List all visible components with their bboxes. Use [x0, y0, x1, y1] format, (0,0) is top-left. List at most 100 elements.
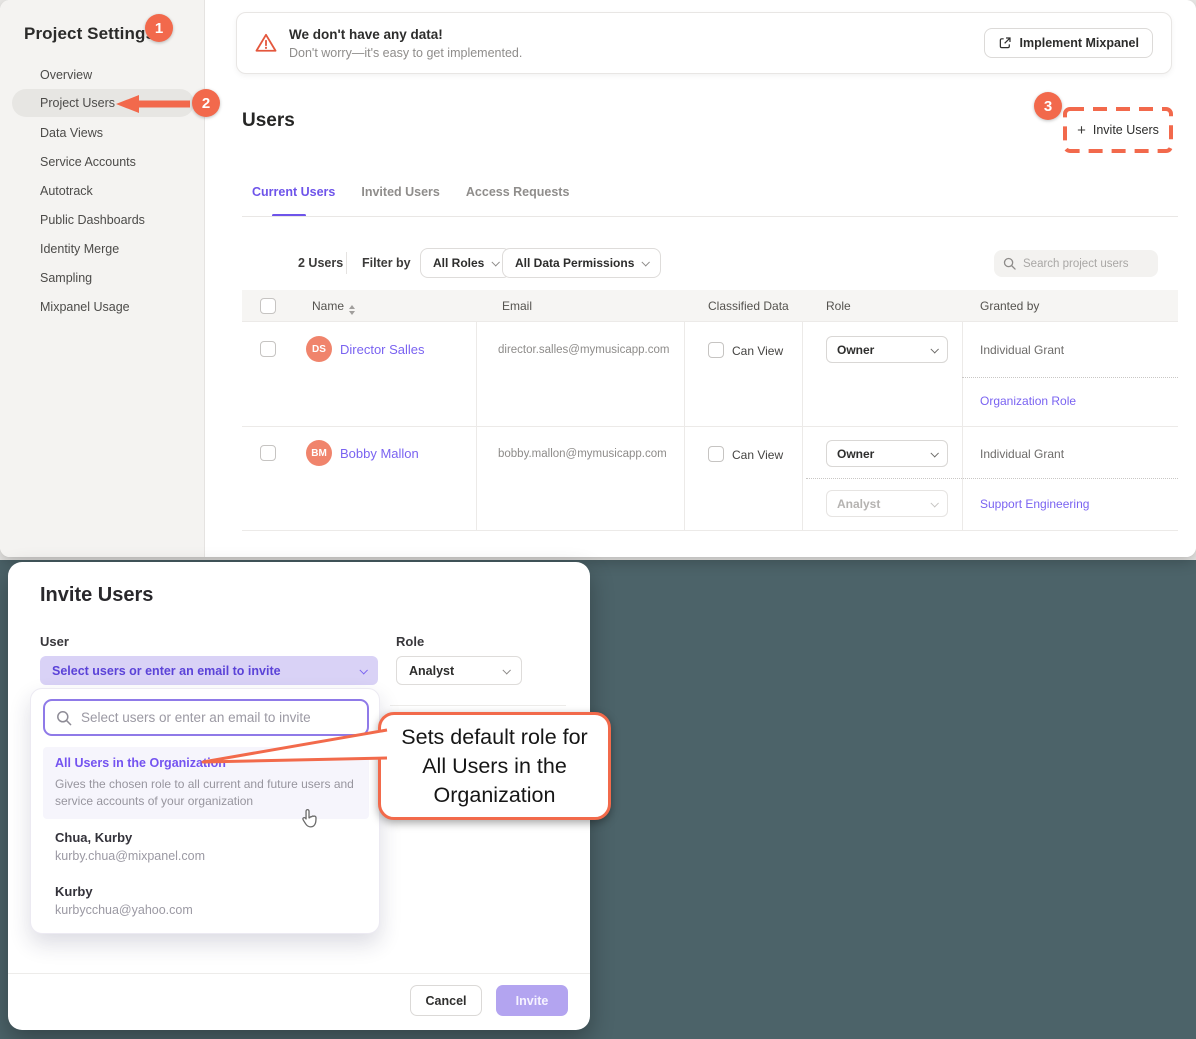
external-link-icon — [998, 36, 1012, 50]
avatar: DS — [306, 336, 332, 362]
option-user-email: kurbycchua@yahoo.com — [55, 903, 193, 917]
option-description: Gives the chosen role to all current and… — [55, 776, 357, 810]
chevron-down-icon — [502, 666, 510, 674]
user-name-link[interactable]: Director Salles — [340, 342, 425, 357]
hand-cursor-icon — [300, 808, 320, 831]
row-divider — [242, 530, 1178, 531]
option-user[interactable]: Kurby — [55, 884, 93, 899]
step-2-badge: 2 — [192, 89, 220, 117]
screenshot-root: Project Settings Overview Project Users … — [0, 0, 1196, 1039]
user-select[interactable]: Select users or enter an email to invite — [40, 656, 378, 685]
banner-subtitle: Don't worry—it's easy to get implemented… — [289, 46, 522, 60]
step-3-dashed-highlight — [1062, 106, 1174, 154]
chevron-down-icon — [930, 499, 938, 507]
can-view-checkbox[interactable] — [708, 342, 724, 358]
all-data-permissions-dropdown[interactable]: All Data Permissions — [502, 248, 661, 278]
step-1-badge: 1 — [145, 14, 173, 42]
step-3-badge: 3 — [1034, 92, 1062, 120]
role-field-label: Role — [396, 634, 424, 649]
chevron-down-icon — [642, 258, 650, 266]
row-sub-divider — [806, 478, 1178, 479]
form-divider — [390, 705, 566, 706]
role-select[interactable]: Analyst — [396, 656, 522, 685]
avatar: BM — [306, 440, 332, 466]
column-header-classified-data: Classified Data — [708, 299, 789, 313]
cancel-button[interactable]: Cancel — [410, 985, 482, 1016]
tab-access-requests[interactable]: Access Requests — [466, 185, 570, 199]
all-roles-label: All Roles — [433, 256, 484, 270]
sort-icon — [349, 305, 355, 315]
can-view-label: Can View — [732, 448, 783, 462]
callout-text: Sets default role for All Users in the O… — [391, 723, 598, 810]
support-engineering-link[interactable]: Support Engineering — [980, 497, 1089, 511]
filter-by-label: Filter by — [362, 256, 411, 270]
user-select-value: Select users or enter an email to invite — [52, 664, 281, 678]
granted-by-value: Individual Grant — [980, 447, 1064, 461]
sidebar-item-data-views[interactable]: Data Views — [40, 126, 103, 140]
callout-tail — [196, 722, 390, 772]
all-data-permissions-label: All Data Permissions — [515, 256, 634, 270]
sidebar-item-service-accounts[interactable]: Service Accounts — [40, 155, 136, 169]
search-input[interactable] — [1023, 258, 1143, 270]
sidebar-item-overview[interactable]: Overview — [40, 68, 92, 82]
implement-mixpanel-label: Implement Mixpanel — [1020, 36, 1139, 50]
row-sub-divider — [962, 377, 1178, 378]
role-select-value: Analyst — [409, 664, 454, 678]
option-user-email: kurby.chua@mixpanel.com — [55, 849, 205, 863]
organization-role-link[interactable]: Organization Role — [980, 394, 1076, 408]
main-content: We don't have any data! Don't worry—it's… — [206, 0, 1196, 557]
row-divider — [242, 426, 1178, 427]
no-data-banner: We don't have any data! Don't worry—it's… — [236, 12, 1172, 74]
settings-sidebar: Project Settings Overview Project Users … — [0, 0, 205, 557]
tab-current-users[interactable]: Current Users — [252, 185, 335, 199]
modal-footer-divider — [8, 973, 590, 974]
user-email: bobby.mallon@mymusicapp.com — [498, 448, 667, 460]
sidebar-item-public-dashboards[interactable]: Public Dashboards — [40, 213, 145, 227]
table-header: Name Email Classified Data Role Granted … — [242, 290, 1178, 322]
row-checkbox[interactable] — [260, 445, 276, 461]
tab-invited-users[interactable]: Invited Users — [361, 185, 440, 199]
user-count: 2 Users — [298, 256, 343, 270]
filter-separator — [346, 252, 347, 274]
sidebar-item-identity-merge[interactable]: Identity Merge — [40, 242, 119, 256]
column-header-name[interactable]: Name — [312, 299, 355, 315]
sidebar-item-mixpanel-usage[interactable]: Mixpanel Usage — [40, 300, 130, 314]
chevron-down-icon — [359, 666, 367, 674]
chevron-down-icon — [930, 345, 938, 353]
user-name-link[interactable]: Bobby Mallon — [340, 446, 419, 461]
sub-role-select-disabled: Analyst — [826, 490, 948, 517]
granted-by-value: Individual Grant — [980, 343, 1064, 357]
role-select[interactable]: Owner — [826, 336, 948, 363]
option-user[interactable]: Chua, Kurby — [55, 830, 132, 845]
can-view-checkbox[interactable] — [708, 446, 724, 462]
select-all-checkbox[interactable] — [260, 298, 276, 314]
implement-mixpanel-button[interactable]: Implement Mixpanel — [984, 28, 1153, 58]
callout-bubble: Sets default role for All Users in the O… — [378, 712, 611, 820]
column-header-email: Email — [502, 299, 532, 313]
role-select[interactable]: Owner — [826, 440, 948, 467]
user-field-label: User — [40, 634, 69, 649]
modal-title: Invite Users — [40, 584, 153, 607]
invite-button[interactable]: Invite — [496, 985, 568, 1016]
project-users-search[interactable] — [994, 250, 1158, 277]
row-checkbox[interactable] — [260, 341, 276, 357]
can-view-label: Can View — [732, 344, 783, 358]
step-2-arrow-icon — [114, 94, 194, 114]
sidebar-item-autotrack[interactable]: Autotrack — [40, 184, 93, 198]
users-heading: Users — [242, 110, 295, 132]
all-roles-dropdown[interactable]: All Roles — [420, 248, 511, 278]
user-email: director.salles@mymusicapp.com — [498, 344, 669, 356]
users-tabs: Current Users Invited Users Access Reque… — [252, 185, 569, 199]
search-icon — [1003, 257, 1016, 270]
banner-text: We don't have any data! Don't worry—it's… — [289, 27, 522, 60]
page-title: Project Settings — [24, 24, 155, 44]
tabs-divider — [242, 216, 1178, 217]
warning-triangle-icon — [255, 33, 277, 53]
column-header-granted-by: Granted by — [980, 299, 1039, 313]
chevron-down-icon — [930, 449, 938, 457]
sidebar-item-project-users[interactable]: Project Users — [40, 96, 115, 110]
sidebar-item-sampling[interactable]: Sampling — [40, 271, 92, 285]
project-settings-window: Project Settings Overview Project Users … — [0, 0, 1196, 557]
column-header-role: Role — [826, 299, 851, 313]
chevron-down-icon — [492, 258, 500, 266]
